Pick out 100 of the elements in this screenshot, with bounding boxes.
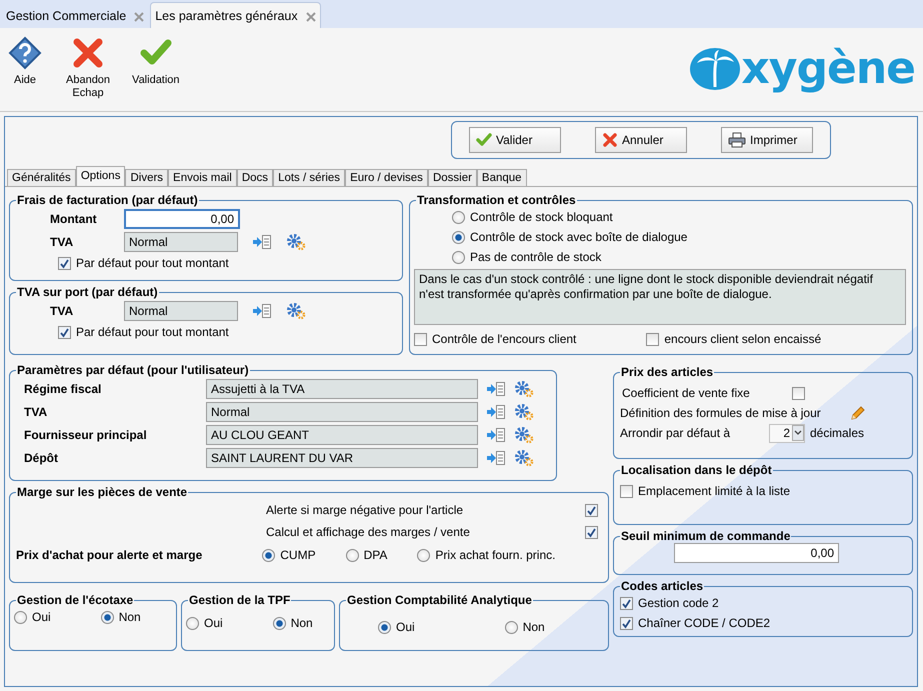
app-tab[interactable]: Les paramètres généraux [150, 2, 321, 28]
logo-icon [689, 47, 742, 91]
print-button[interactable]: Imprimer [721, 127, 813, 153]
radio-button[interactable] [504, 620, 518, 634]
field-label: Prix d'achat pour alerte et marge [16, 548, 202, 562]
list-pick-icon[interactable] [252, 302, 272, 318]
checkbox[interactable] [620, 616, 633, 630]
tab[interactable]: Docs [236, 169, 274, 186]
group-title: Codes articles [620, 579, 704, 593]
group-title: Seuil minimum de commande [620, 529, 792, 543]
field-label: Arrondir par défaut à [620, 426, 732, 440]
value-field[interactable]: Assujetti à la TVA [206, 378, 478, 398]
cross-icon [71, 36, 106, 70]
amount-field[interactable]: 0,00 [124, 208, 240, 228]
checkbox[interactable] [646, 332, 660, 346]
checkbox-label: encours client selon encaissé [664, 332, 822, 346]
radio-label: CUMP [280, 548, 316, 562]
close-icon[interactable] [134, 12, 144, 22]
checkbox[interactable] [620, 484, 633, 498]
list-pick-icon[interactable] [486, 450, 506, 466]
radio-button[interactable] [452, 230, 465, 244]
radio-label: Oui [32, 610, 51, 624]
tab[interactable]: Envois mail [168, 169, 237, 186]
radio-label: Oui [204, 616, 223, 630]
group-title: TVA sur port (par défaut) [16, 285, 159, 299]
list-pick-icon[interactable] [252, 234, 272, 250]
radio-label: Non [290, 616, 313, 630]
tab[interactable]: Dossier [428, 169, 477, 186]
value-field[interactable]: Normal [206, 402, 478, 422]
group-title: Frais de facturation (par défaut) [16, 193, 199, 207]
help-button[interactable]: Aide [6, 36, 44, 87]
app-tab[interactable]: Gestion Commerciale [2, 3, 148, 28]
radio-button[interactable] [272, 616, 286, 630]
field-label: TVA [49, 234, 74, 248]
field-label: Régime fiscal [23, 382, 102, 396]
gear-icon[interactable] [514, 380, 534, 398]
unit-label: décimales [810, 426, 864, 440]
threshold-field[interactable]: 0,00 [674, 543, 839, 563]
checkbox-label: Alerte si marge négative pour l'article [266, 503, 464, 517]
radio-label: Non [522, 620, 545, 634]
radio-button[interactable] [100, 610, 114, 624]
validate-button[interactable]: Valider [469, 127, 561, 153]
checkbox[interactable] [792, 386, 805, 400]
radio-button[interactable] [417, 548, 430, 562]
group-title: Localisation dans le dépôt [620, 463, 773, 477]
pencil-icon[interactable] [850, 405, 866, 421]
checkbox-label: Par défaut pour tout montant [76, 256, 229, 270]
logo-text: xygène [741, 44, 915, 94]
radio-button[interactable] [186, 616, 199, 630]
tab[interactable]: Banque [476, 169, 527, 186]
cancel-button[interactable]: Abandon Echap [66, 36, 110, 100]
field-label: Dépôt [23, 450, 59, 464]
value-field[interactable]: SAINT LAURENT DU VAR [206, 448, 478, 468]
radio-button[interactable] [452, 210, 465, 224]
checkbox-label: Emplacement limité à la liste [638, 484, 790, 498]
gear-icon[interactable] [514, 402, 534, 420]
list-pick-icon[interactable] [486, 380, 506, 396]
checkbox[interactable] [58, 326, 71, 338]
checkbox[interactable] [585, 526, 598, 538]
gear-icon[interactable] [514, 426, 534, 444]
field-label: Fournisseur principal [23, 428, 148, 442]
gear-icon[interactable] [286, 302, 306, 320]
decimals-dropdown[interactable]: 2 [769, 424, 805, 442]
radio-button[interactable] [262, 548, 276, 562]
gear-icon[interactable] [286, 232, 306, 250]
list-pick-icon[interactable] [486, 404, 506, 420]
tab[interactable]: Lots / séries [273, 169, 346, 186]
radio-label: Non [118, 610, 141, 624]
radio-button[interactable] [378, 620, 391, 634]
value-field[interactable]: AU CLOU GEANT [206, 424, 478, 444]
field-label: Montant [49, 212, 98, 226]
tab[interactable]: Divers [125, 169, 168, 186]
vat-field[interactable]: Normal [124, 300, 238, 320]
radio-label: Prix achat fourn. princ. [435, 548, 556, 562]
cancel-button[interactable]: Annuler [595, 127, 687, 153]
checkbox-label: Coefficient de vente fixe [622, 386, 751, 400]
vat-field[interactable]: Normal [124, 232, 238, 252]
tab[interactable]: Euro / devises [345, 169, 428, 186]
tab[interactable]: Options [76, 166, 126, 186]
checkbox-label: Gestion code 2 [638, 596, 719, 610]
checkbox[interactable] [620, 596, 633, 610]
checkbox[interactable] [414, 332, 427, 346]
field-label: TVA [23, 404, 48, 418]
radio-button[interactable] [14, 610, 27, 624]
radio-button[interactable] [452, 250, 465, 264]
list-pick-icon[interactable] [486, 426, 506, 442]
group-title: Paramètres par défaut (pour l'utilisateur) [16, 363, 250, 377]
checkbox-label: Calcul et affichage des marges / vente [266, 525, 470, 539]
tab[interactable]: Généralités [7, 169, 76, 186]
radio-button[interactable] [346, 548, 359, 562]
printer-icon [728, 132, 746, 148]
caret-icon [792, 425, 804, 441]
checkbox[interactable] [585, 504, 598, 516]
formula-label: Définition des formules de mise à jour [620, 406, 821, 420]
group-title: Prix des articles [620, 365, 714, 379]
validate-button[interactable]: Validation [132, 36, 180, 87]
close-icon[interactable] [306, 12, 316, 22]
gear-icon[interactable] [514, 448, 534, 466]
checkbox[interactable] [58, 256, 71, 270]
info-note: Dans le cas d'un stock contrôlé : une ligne dont le stock disponible deviendrait négatif n'est transformée qu'après confirmation par une boîte de dialogue. [414, 269, 906, 325]
